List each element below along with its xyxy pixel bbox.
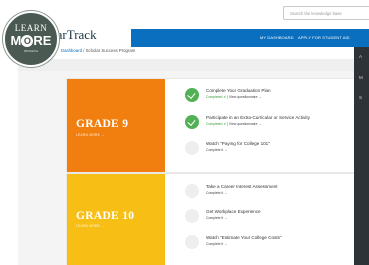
- page-subheader-band: [18, 59, 354, 71]
- nav-apply-for-student-aid[interactable]: APPLY FOR STUDENT AID: [298, 35, 350, 40]
- nav-my-dashboard[interactable]: MY DASHBOARD: [260, 35, 294, 40]
- task-status: Completed ✔ | View questionnaire →: [206, 122, 262, 126]
- grade-10-learn-more-link[interactable]: LEARN MORE →: [76, 224, 105, 228]
- task-title: Participate in an Extra-Curricular or Se…: [206, 115, 310, 120]
- task-status: Completed ✔ | View questionnaire →: [206, 95, 262, 99]
- page: Search the knowledge base LEARN M O RE IND…: [0, 0, 369, 265]
- grade-9-card: GRADE 9 LEARN MORE → Complete Your Gradu…: [67, 79, 354, 172]
- task-title: Get Workplace Experience: [206, 209, 261, 214]
- complete-it-link[interactable]: Complete it →: [206, 191, 227, 195]
- complete-it-link[interactable]: Complete it →: [206, 242, 227, 246]
- grade-9-learn-more-link[interactable]: LEARN MORE →: [76, 133, 105, 137]
- view-questionnaire-link[interactable]: View questionnaire →: [229, 122, 262, 126]
- view-questionnaire-link[interactable]: View questionnaire →: [229, 95, 262, 99]
- task-title: Watch "Estimate Your College Costs": [206, 235, 282, 240]
- check-complete-icon: [185, 88, 199, 102]
- search-input[interactable]: Search the knowledge base: [283, 6, 369, 20]
- breadcrumb-separator: /: [83, 48, 85, 53]
- side-letter-m[interactable]: M: [359, 75, 363, 80]
- task-title: Complete Your Graduation Plan: [206, 88, 271, 93]
- learn-more-logo[interactable]: LEARN M O RE INDIANA: [3, 11, 59, 67]
- completed-label: Completed ✔: [206, 95, 227, 99]
- check-complete-icon: [185, 115, 199, 129]
- check-incomplete-icon: [185, 209, 199, 223]
- logo-more-o: O: [21, 35, 34, 47]
- breadcrumb-current: Scholar Success Program: [85, 48, 136, 53]
- complete-it-link[interactable]: Complete it →: [206, 148, 227, 152]
- logo-line-more: M O RE: [5, 33, 57, 48]
- grade-10-card: GRADE 10 LEARN MORE → Take a Career Inte…: [67, 174, 354, 265]
- logo-subline: INDIANA: [23, 49, 39, 53]
- grade-9-title: GRADE 9: [76, 118, 129, 130]
- logo-more-re: RE: [33, 33, 52, 48]
- check-incomplete-icon: [185, 184, 199, 198]
- status-separator: |: [227, 95, 229, 99]
- breadcrumb-dashboard-link[interactable]: Dashboard: [61, 48, 82, 53]
- grade-9-banner[interactable]: GRADE 9 LEARN MORE →: [67, 79, 165, 172]
- side-letter-a[interactable]: A: [359, 54, 362, 59]
- check-incomplete-icon: [185, 141, 199, 155]
- grade-10-title: GRADE 10: [76, 210, 135, 222]
- task-title: Take a Career Interest Assessment: [206, 184, 278, 189]
- breadcrumb: Dashboard / Scholar Success Program: [61, 48, 135, 53]
- completed-label: Completed ✔: [206, 122, 227, 126]
- logo-more-m: M: [10, 33, 22, 48]
- main-nav-bar: MY DASHBOARD APPLY FOR STUDENT AID: [131, 29, 369, 47]
- complete-it-link[interactable]: Complete it →: [206, 216, 227, 220]
- grade-10-banner[interactable]: GRADE 10 LEARN MORE →: [67, 174, 165, 265]
- side-letter-s[interactable]: S: [359, 95, 362, 100]
- status-separator: |: [227, 122, 229, 126]
- logo-line-learn: LEARN: [14, 23, 48, 33]
- task-title: Watch "Paying for College 101": [206, 141, 270, 146]
- check-incomplete-icon: [185, 235, 199, 249]
